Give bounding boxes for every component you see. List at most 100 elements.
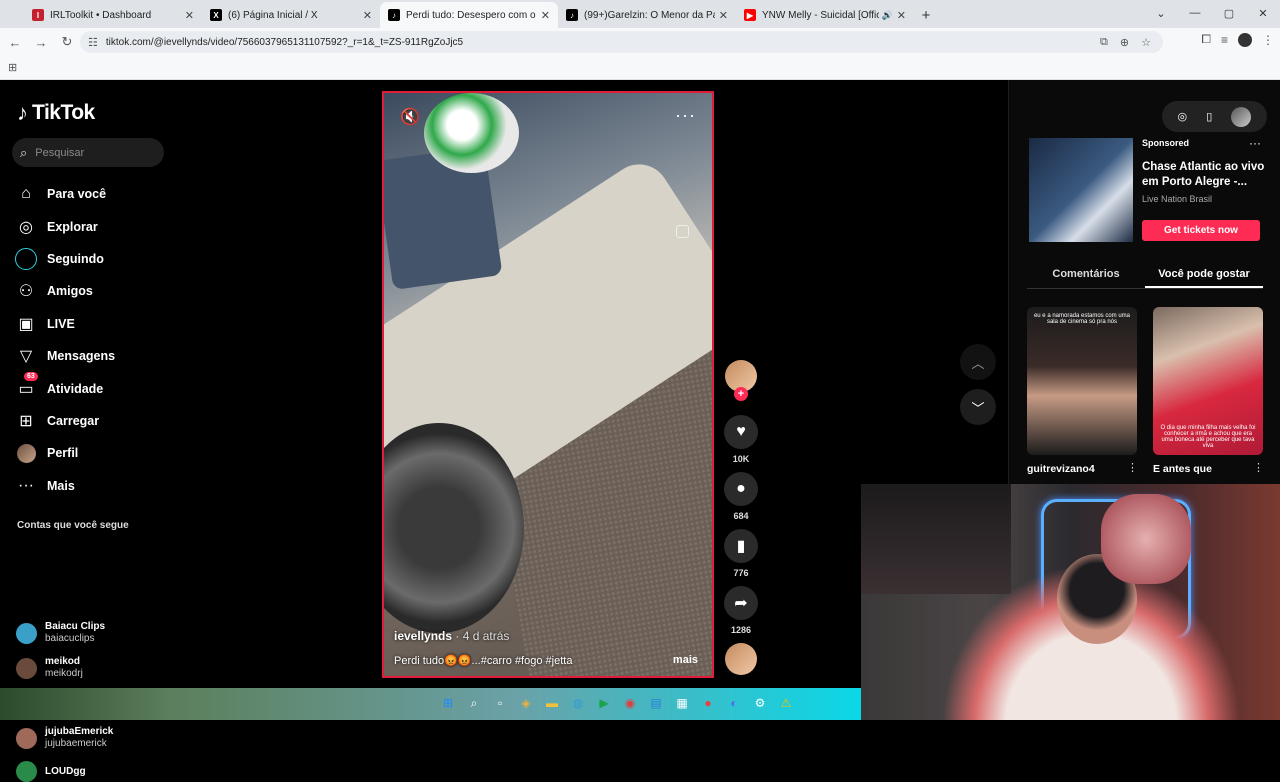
tab-close-icon[interactable]: ✕: [185, 9, 194, 22]
follow-plus-icon[interactable]: +: [734, 387, 748, 401]
close-window-button[interactable]: ✕: [1246, 0, 1280, 26]
url-text[interactable]: tiktok.com/@ievellynds/video/75660379651…: [106, 37, 1100, 48]
maximize-button[interactable]: ▢: [1212, 0, 1246, 26]
followed-account[interactable]: LOUDgg: [16, 761, 86, 782]
sidebar-item[interactable]: Perfil: [17, 437, 115, 469]
tab-close-icon[interactable]: ✕: [719, 9, 728, 22]
calculator-icon[interactable]: ▦: [672, 693, 692, 713]
music-disc[interactable]: [723, 643, 759, 675]
sidebar-item[interactable]: ⚇ Amigos: [17, 275, 115, 307]
task-view-icon[interactable]: ▫: [490, 693, 510, 713]
more-icon: ···: [18, 476, 34, 494]
tab-close-icon[interactable]: ✕: [897, 9, 906, 22]
obs-icon[interactable]: ●: [698, 693, 718, 713]
mini-player-icon[interactable]: [676, 225, 689, 238]
forward-icon[interactable]: →: [28, 35, 54, 50]
card-label[interactable]: E antes que: [1153, 463, 1212, 475]
omnibox[interactable]: ☷ tiktok.com/@ievellynds/video/756603796…: [80, 31, 1163, 53]
extensions-icon[interactable]: ⧠: [1201, 32, 1211, 47]
new-tab-button[interactable]: +: [914, 2, 938, 28]
browser-tab[interactable]: X (6) Página Inicial / X ✕: [202, 2, 380, 28]
caption-more-link[interactable]: mais: [673, 654, 698, 666]
sidebar-item[interactable]: ◎ Explorar: [17, 210, 115, 242]
mute-icon[interactable]: 🔇: [400, 107, 420, 127]
bookmark-star-icon[interactable]: ☆: [1141, 36, 1151, 49]
creator-avatar[interactable]: +: [723, 360, 759, 401]
tab-search-button[interactable]: ⌄: [1144, 0, 1178, 26]
back-icon[interactable]: ←: [2, 35, 28, 50]
card-overlay-text: eu e a namorada estamos com uma sala de …: [1033, 313, 1131, 325]
copilot-icon[interactable]: ◈: [516, 693, 536, 713]
address-bar-row: ← → ↻ ☷ tiktok.com/@ievellynds/video/756…: [0, 28, 1280, 56]
tiktok-icon: ♪: [566, 9, 578, 21]
edge-icon[interactable]: ◍: [568, 693, 588, 713]
sidebar-item[interactable]: ⌂ Para você: [17, 178, 115, 210]
video-more-icon[interactable]: ···: [675, 105, 696, 126]
user-avatar[interactable]: [1231, 106, 1252, 127]
terminal-icon[interactable]: ▶: [594, 693, 614, 713]
followed-account[interactable]: meikod meikodrj: [16, 656, 83, 680]
file-explorer-icon[interactable]: ▬: [542, 693, 562, 713]
x-icon: X: [210, 9, 222, 21]
tab-title: YNW Melly - Suicidal [Offici: [762, 9, 879, 21]
browser-tab[interactable]: ♪ (99+)Garelzin: O Menor da Pav ✕: [558, 2, 736, 28]
zoom-icon[interactable]: ⊕: [1120, 36, 1129, 49]
card-more-icon[interactable]: ⋮: [1253, 461, 1264, 474]
sidebar-item[interactable]: ▽ Mensagens: [17, 340, 115, 372]
coins-icon[interactable]: ◎: [1178, 110, 1188, 123]
minimize-button[interactable]: —: [1178, 0, 1212, 26]
device-icon[interactable]: ▯: [1206, 110, 1212, 123]
get-tickets-button[interactable]: Get tickets now: [1142, 220, 1260, 241]
chrome-icon[interactable]: ◉: [620, 693, 640, 713]
discord-icon[interactable]: ◐: [724, 693, 744, 713]
account-handle: baiacuclips: [45, 633, 95, 644]
sidebar-item[interactable]: Seguindo: [15, 243, 115, 275]
windows-start-icon[interactable]: ⊞: [438, 693, 458, 713]
browser-tab[interactable]: ♪ Perdi tudo: Desespero com o Je ✕: [380, 2, 558, 28]
followed-account[interactable]: jujubaEmerick jujubaemerick: [16, 726, 113, 750]
tiktok-logo[interactable]: ♪ TikTok: [17, 100, 95, 126]
suggested-video-card[interactable]: eu e a namorada estamos com uma sala de …: [1027, 307, 1137, 455]
sidebar-item-label: Explorar: [47, 219, 98, 234]
tab-close-icon[interactable]: ✕: [541, 9, 550, 22]
ad-title[interactable]: Chase Atlantic ao vivo em Porto Alegre -…: [1142, 160, 1267, 190]
install-app-icon[interactable]: ⧉: [1100, 36, 1108, 49]
apps-grid-icon[interactable]: ⊞: [8, 61, 17, 74]
media-control-icon[interactable]: ≡: [1221, 33, 1228, 47]
next-video-button[interactable]: ﹀: [960, 389, 996, 425]
share-button[interactable]: ➦ 1286: [723, 586, 759, 635]
site-info-icon[interactable]: ☷: [88, 36, 98, 49]
reload-icon[interactable]: ↻: [54, 34, 80, 50]
settings-icon[interactable]: ⚙: [750, 693, 770, 713]
browser-menu-icon[interactable]: ⋮: [1262, 33, 1274, 47]
notepad-icon[interactable]: ▤: [646, 693, 666, 713]
card-more-icon[interactable]: ⋮: [1127, 461, 1138, 474]
tab-close-icon[interactable]: ✕: [363, 9, 372, 22]
sidebar-item[interactable]: ⊞ Carregar: [17, 405, 115, 437]
card-label[interactable]: guitrevizano4: [1027, 463, 1095, 475]
suggested-video-card[interactable]: O dia que minha filha mais velha foi con…: [1153, 307, 1263, 455]
save-button[interactable]: ▮ 776: [723, 529, 759, 578]
comment-button[interactable]: ● 684: [723, 472, 759, 521]
sponsored-label: Sponsored: [1142, 138, 1190, 148]
profile-avatar-icon[interactable]: [1238, 32, 1252, 47]
video-player[interactable]: 🔇 ··· ievellynds · 4 d atrás Perdi tudo😡…: [382, 91, 714, 678]
sidebar-item[interactable]: ··· Mais: [17, 470, 115, 502]
like-button[interactable]: ♥ 10K: [723, 415, 759, 464]
tab-audio-icon[interactable]: 🔊: [882, 10, 893, 21]
tab-comments[interactable]: Comentários: [1027, 263, 1145, 288]
browser-tab[interactable]: I IRLToolkit • Dashboard ✕: [24, 2, 202, 28]
prev-video-button[interactable]: ︿: [960, 344, 996, 380]
search-input[interactable]: ⌕ Pesquisar: [12, 138, 164, 167]
search-taskbar-icon[interactable]: ⌕: [464, 693, 484, 713]
warning-icon[interactable]: ⚠: [776, 693, 796, 713]
ad-more-icon[interactable]: ···: [1249, 136, 1261, 150]
sidebar-item[interactable]: ▣ LIVE: [17, 308, 115, 340]
followed-account[interactable]: Baiacu Clips baiacuclips: [16, 621, 105, 645]
tab-you-may-like[interactable]: Você pode gostar: [1145, 263, 1263, 288]
video-author[interactable]: ievellynds · 4 d atrás: [394, 629, 509, 643]
browser-tab[interactable]: ▶ YNW Melly - Suicidal [Offici 🔊 ✕: [736, 2, 914, 28]
sidebar-item[interactable]: ▭ 63 Atividade: [17, 372, 115, 404]
author-name[interactable]: ievellynds: [394, 629, 452, 643]
ad-thumbnail[interactable]: [1029, 138, 1133, 242]
